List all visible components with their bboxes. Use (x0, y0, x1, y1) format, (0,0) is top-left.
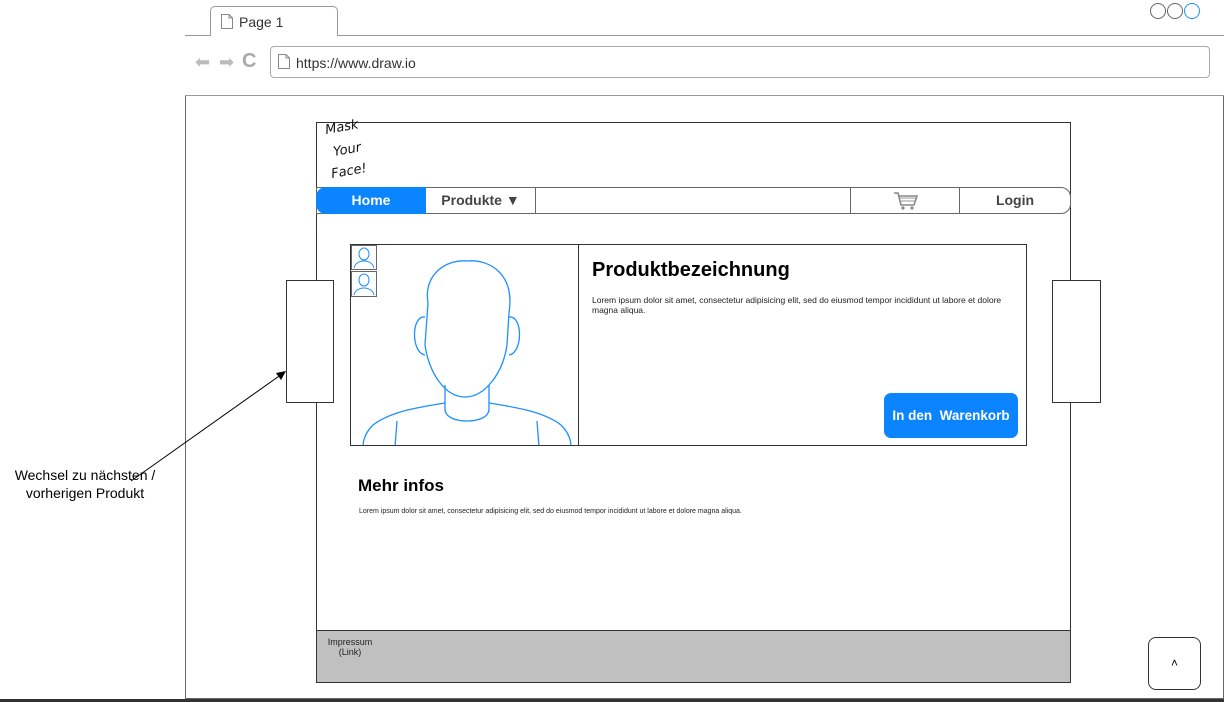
product-title: Produktbezeichnung (592, 259, 790, 281)
nav-products-dropdown[interactable]: Produkte ▼ (426, 188, 536, 213)
page-footer (316, 630, 1071, 683)
back-arrow-icon[interactable]: ⬅ (195, 53, 210, 71)
thumbnail-1[interactable] (351, 245, 377, 270)
product-image (350, 244, 579, 446)
scroll-to-top-button[interactable]: ˄ (1148, 637, 1201, 690)
reload-icon[interactable]: C (242, 50, 256, 72)
site-logo[interactable]: Mask Your Face! (320, 112, 400, 188)
window-maximize-button[interactable] (1167, 3, 1183, 19)
logo-line-1: Mask (324, 117, 360, 138)
person-avatar-icon (362, 260, 572, 445)
product-description: Lorem ipsum dolor sit amet, consectetur … (592, 295, 1002, 315)
next-product-button[interactable] (1052, 280, 1101, 403)
person-thumbnail-icon (353, 247, 375, 269)
nav-cart[interactable] (850, 188, 960, 213)
thumbnail-2[interactable] (351, 271, 377, 297)
page-icon (278, 54, 290, 74)
tab-page-1[interactable]: Page 1 (210, 6, 338, 36)
tab-label: Page 1 (239, 14, 284, 30)
nav-login[interactable]: Login (960, 188, 1070, 213)
address-bar[interactable]: https://www.draw.io (270, 46, 1210, 78)
more-info-text: Lorem ipsum dolor sit amet, consectetur … (359, 508, 742, 515)
nav-home[interactable]: Home (316, 187, 426, 214)
impressum-link[interactable]: Impressum (Link) (318, 637, 382, 657)
window-minimize-button[interactable] (1150, 3, 1166, 19)
tab-divider (185, 35, 1224, 36)
url-text: https://www.draw.io (296, 55, 416, 71)
window-close-button[interactable] (1184, 3, 1200, 19)
forward-arrow-icon[interactable]: ➡ (219, 53, 234, 71)
previous-product-button[interactable] (286, 280, 334, 403)
logo-line-3: Face! (330, 161, 368, 182)
more-info-heading: Mehr infos (358, 476, 444, 495)
annotation-note: Wechsel zu nächsten / vorherigen Produkt (14, 467, 156, 501)
person-thumbnail-icon (353, 273, 375, 296)
page-icon (221, 14, 233, 32)
add-to-cart-button[interactable]: In den Warenkorb (884, 393, 1018, 438)
logo-line-2: Your (332, 140, 364, 160)
shopping-cart-icon (894, 192, 919, 210)
